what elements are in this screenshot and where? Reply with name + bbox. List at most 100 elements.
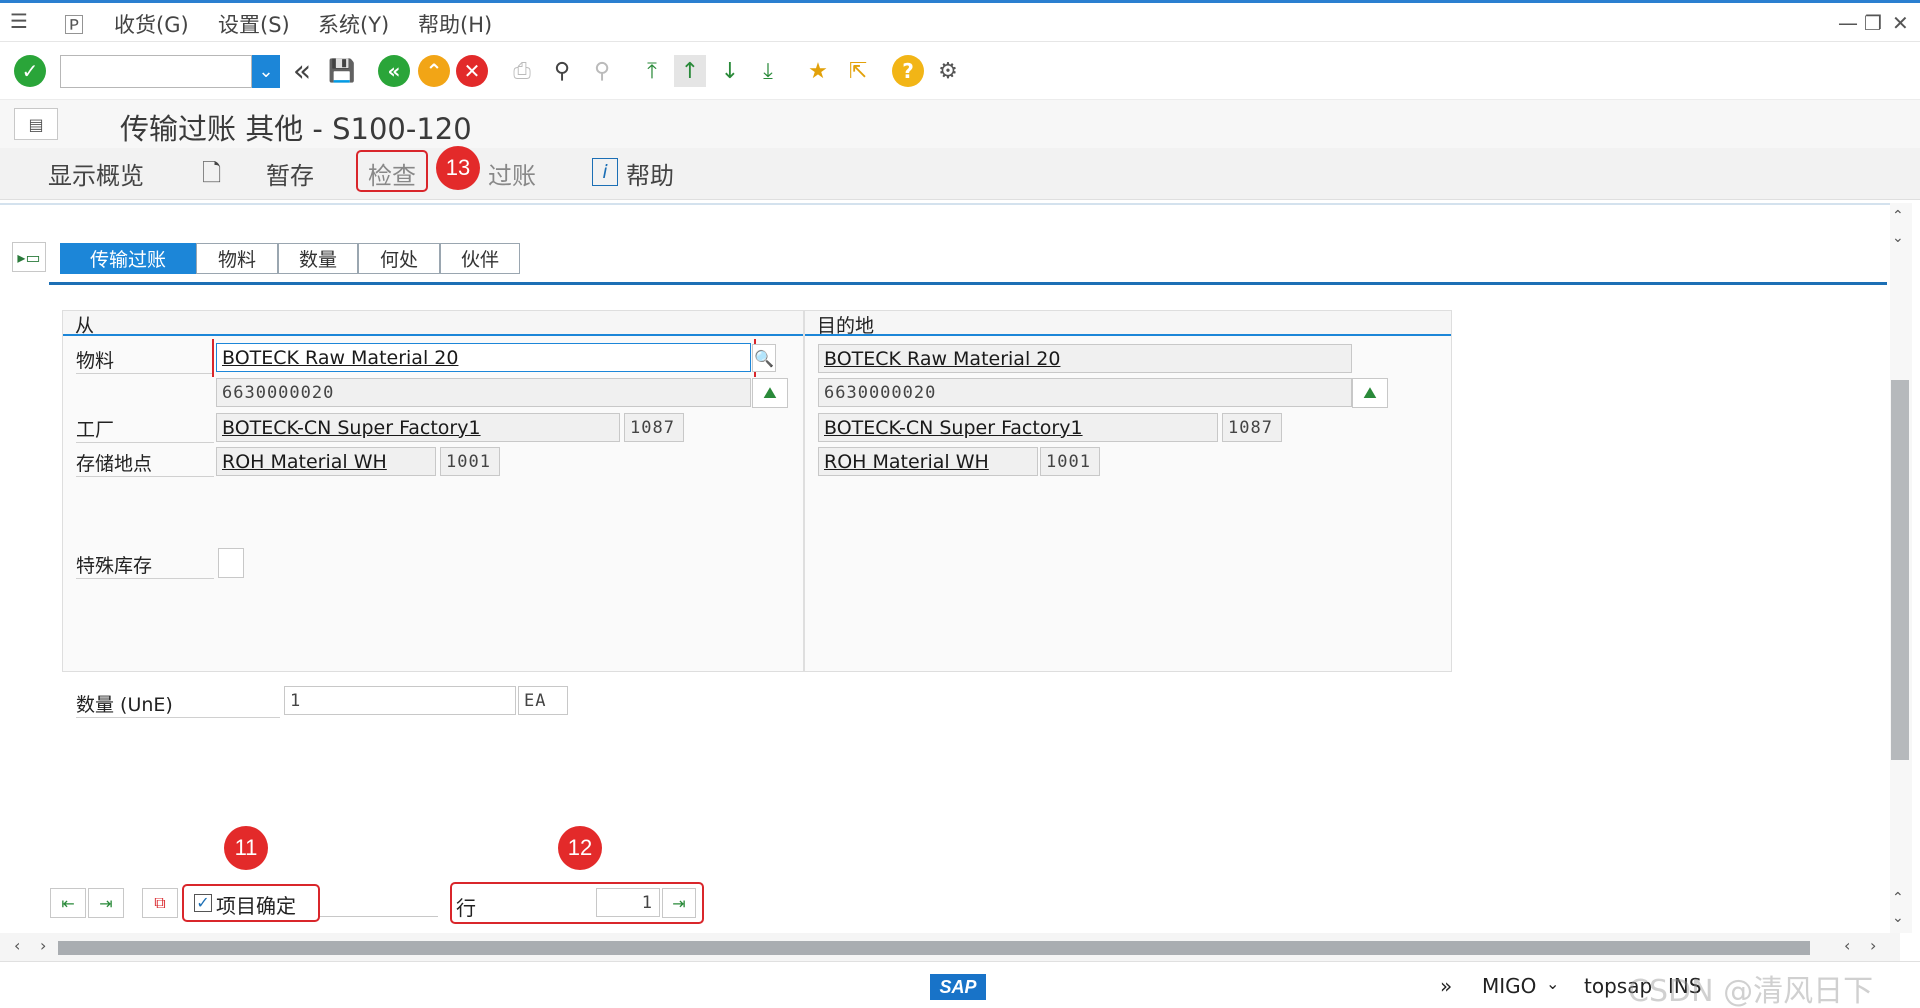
quantity-input[interactable]: 1 xyxy=(284,686,516,715)
material-label: 物料 xyxy=(76,346,214,374)
restore-icon[interactable]: ❐ xyxy=(1864,11,1882,35)
scroll-left-icon[interactable]: ‹ xyxy=(14,936,20,955)
last-page-icon[interactable]: ⤓ xyxy=(752,55,784,87)
quantity-label: 数量 (UnE) xyxy=(76,690,280,718)
collapse-icon[interactable]: ▸▭ xyxy=(12,242,46,272)
document-icon[interactable]: 🗋 xyxy=(202,156,221,197)
double-left-icon[interactable]: « xyxy=(286,54,318,89)
scroll-down-bottom-icon[interactable]: ⌄ xyxy=(1892,910,1904,926)
status-expand-icon[interactable]: » xyxy=(1440,974,1452,998)
material-focus-bracket xyxy=(212,339,756,377)
status-bar: SAP » MIGO ⌄ topsap INS CSDN @清风日下 xyxy=(0,961,1920,1008)
to-material-number: 6630000020 xyxy=(818,378,1352,407)
to-sloc-desc: ROH Material WH xyxy=(818,447,1038,476)
tab-transfer-posting[interactable]: 传输过账 xyxy=(60,243,196,274)
menu-bar: ☰ 🄿 收货(G) 设置(S) 系统(Y) 帮助(H) — ❐ ✕ xyxy=(0,0,1920,42)
help-button[interactable]: 帮助 xyxy=(626,156,674,191)
status-transaction: MIGO xyxy=(1482,974,1537,998)
create-session-icon[interactable]: ★ xyxy=(802,55,834,87)
from-sloc-code: 1001 xyxy=(440,447,500,476)
chevron-down-icon: ⌄ xyxy=(258,61,274,82)
scroll-up-bottom-icon[interactable]: ⌃ xyxy=(1892,890,1904,906)
badge-13: 13 xyxy=(436,146,480,190)
minimize-icon[interactable]: — xyxy=(1838,11,1858,35)
horizontal-scroll-thumb[interactable] xyxy=(58,941,1810,955)
next-page-icon[interactable]: ↓ xyxy=(714,55,746,87)
next-item-icon[interactable]: ⇥ xyxy=(88,888,124,918)
from-material-number: 6630000020 xyxy=(216,378,751,407)
tab-quantity[interactable]: 数量 xyxy=(278,243,358,274)
unit-input[interactable]: EA xyxy=(518,686,568,715)
show-overview-button[interactable]: 显示概览 xyxy=(48,156,144,191)
menu-toggle-icon[interactable]: ▤ xyxy=(14,108,58,140)
from-material-image-icon[interactable]: ⛰ xyxy=(752,378,788,408)
title-bar: ▤ 传输过账 其他 - S100-120 xyxy=(0,100,1920,148)
save-icon[interactable]: 💾 xyxy=(326,55,358,87)
from-plant-desc-text: BOTECK-CN Super Factory1 xyxy=(222,416,481,439)
menu-goods-receipt[interactable]: 收货(G) xyxy=(114,9,189,39)
hold-button[interactable]: 暂存 xyxy=(266,156,314,191)
copy-item-icon[interactable]: ⧉ xyxy=(142,888,178,918)
to-material-image-icon[interactable]: ⛰ xyxy=(1352,378,1388,408)
menu-settings[interactable]: 设置(S) xyxy=(218,9,290,39)
scroll-left-end-icon[interactable]: ‹ xyxy=(1844,936,1850,955)
from-sloc-desc: ROH Material WH xyxy=(216,447,436,476)
to-sloc-code: 1001 xyxy=(1040,447,1100,476)
item-ok-underline xyxy=(320,916,438,917)
material-search-icon[interactable]: 🔍 xyxy=(752,344,776,372)
to-plant-desc: BOTECK-CN Super Factory1 xyxy=(818,413,1218,442)
find-icon[interactable]: ⚲ xyxy=(546,55,578,87)
special-stock-input[interactable] xyxy=(218,548,244,578)
menu-system[interactable]: 系统(Y) xyxy=(318,9,389,39)
to-sloc-desc-text: ROH Material WH xyxy=(824,450,989,473)
from-sloc-desc-text: ROH Material WH xyxy=(222,450,387,473)
tab-underline xyxy=(49,282,1887,285)
tab-where[interactable]: 何处 xyxy=(358,243,440,274)
command-dropdown[interactable]: ⌄ xyxy=(252,55,280,88)
shortcut-icon[interactable]: ⇱ xyxy=(842,55,874,87)
page-title: 传输过账 其他 - S100-120 xyxy=(120,112,472,146)
command-field[interactable] xyxy=(60,55,252,88)
menu-help[interactable]: 帮助(H) xyxy=(418,9,492,39)
print-icon[interactable]: ⎙ xyxy=(506,55,538,87)
storage-location-label: 存储地点 xyxy=(76,449,214,477)
scroll-up-icon[interactable]: ⌃ xyxy=(1892,208,1904,224)
first-page-icon[interactable]: ⤒ xyxy=(636,55,668,87)
to-plant-desc-text: BOTECK-CN Super Factory1 xyxy=(824,416,1083,439)
special-stock-label: 特殊库存 xyxy=(76,551,214,579)
tab-partner[interactable]: 伙伴 xyxy=(440,243,520,274)
from-plant-desc: BOTECK-CN Super Factory1 xyxy=(216,413,620,442)
watermark: CSDN @清风日下 xyxy=(1628,974,1874,1008)
vertical-scroll-thumb[interactable] xyxy=(1891,380,1909,760)
from-panel-header: 从 xyxy=(63,311,803,337)
cancel-icon[interactable]: ✕ xyxy=(456,55,488,87)
badge-12: 12 xyxy=(558,826,602,870)
info-icon[interactable]: i xyxy=(592,158,618,186)
plant-label: 工厂 xyxy=(76,415,214,443)
line-highlight-box xyxy=(450,882,704,924)
close-icon[interactable]: ✕ xyxy=(1892,11,1909,35)
prev-page-icon[interactable]: ↑ xyxy=(674,55,706,87)
help-icon[interactable]: ? xyxy=(892,55,924,87)
post-button[interactable]: 过账 xyxy=(488,156,536,191)
previous-item-icon[interactable]: ⇤ xyxy=(50,888,86,918)
to-panel-header: 目的地 xyxy=(805,311,1451,337)
check-icon[interactable]: ✓ xyxy=(14,55,46,87)
to-material-desc-text: BOTECK Raw Material 20 xyxy=(824,347,1061,370)
back-icon[interactable]: « xyxy=(378,55,410,87)
settings-icon[interactable]: ⚙ xyxy=(932,55,964,87)
to-plant-code: 1087 xyxy=(1222,413,1282,442)
menu-icon[interactable]: ☰ xyxy=(10,9,28,33)
exit-icon[interactable]: ⌃ xyxy=(418,55,450,87)
scroll-down-icon[interactable]: ⌄ xyxy=(1892,230,1904,246)
scroll-right-icon[interactable]: › xyxy=(40,936,46,955)
customize-icon[interactable]: 🄿 xyxy=(64,9,84,38)
application-toolbar: 显示概览 🗋 暂存 检查 过账 i 帮助 xyxy=(0,148,1920,200)
status-transaction-dropdown-icon[interactable]: ⌄ xyxy=(1546,974,1559,993)
find-next-icon[interactable]: ⚲ xyxy=(586,55,618,87)
tab-material[interactable]: 物料 xyxy=(196,243,278,274)
sap-logo: SAP xyxy=(930,974,986,1000)
scroll-right-end-icon[interactable]: › xyxy=(1870,936,1876,955)
to-material-desc: BOTECK Raw Material 20 xyxy=(818,344,1352,373)
badge-11: 11 xyxy=(224,826,268,870)
